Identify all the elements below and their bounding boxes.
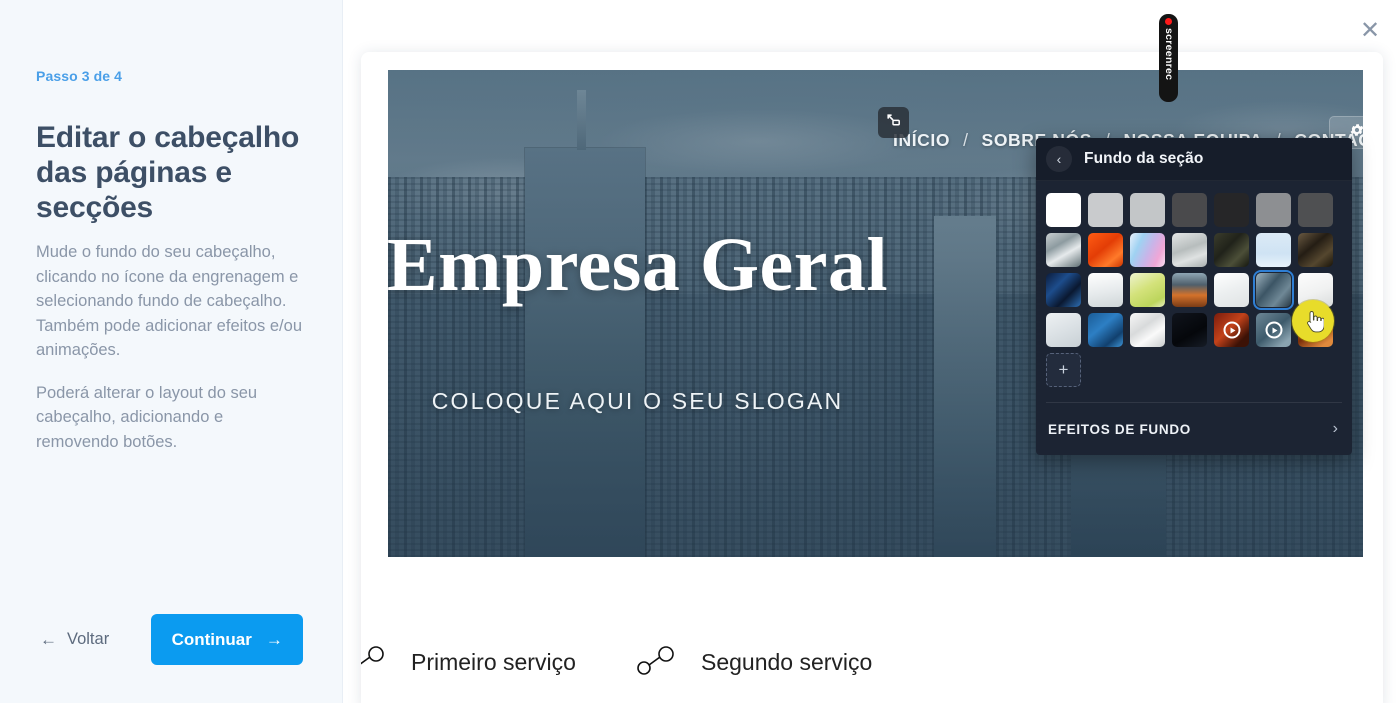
background-swatch-solid-dark-gray-2[interactable] xyxy=(1298,193,1333,227)
background-swatch-photo-blue-water[interactable] xyxy=(1088,313,1123,347)
background-swatch-photo-white-marble[interactable] xyxy=(1130,313,1165,347)
nav-separator: / xyxy=(963,130,969,150)
hero-slogan[interactable]: COLOQUE AQUI O SEU SLOGAN xyxy=(388,388,1125,415)
background-swatch-photo-sunset-clouds[interactable] xyxy=(1172,273,1207,307)
background-swatch-photo-misty-trees[interactable] xyxy=(1046,233,1081,267)
background-swatch-photo-dark-forest[interactable] xyxy=(1298,233,1333,267)
arrow-left-icon: ← xyxy=(40,630,57,649)
background-swatch-photo-dark-foliage[interactable] xyxy=(1214,233,1249,267)
play-icon xyxy=(1223,321,1240,339)
background-swatch-photo-orange-lava[interactable] xyxy=(1088,233,1123,267)
background-swatch-photo-blue-curtain[interactable] xyxy=(1253,270,1294,310)
play-icon xyxy=(1265,321,1282,339)
pointing-hand-cursor-icon xyxy=(1302,308,1324,334)
recording-dot-icon xyxy=(1165,18,1172,25)
background-swatch-photo-lime-green[interactable] xyxy=(1130,273,1165,307)
wizard-actions: ← Voltar Continuar → xyxy=(36,614,304,665)
background-swatch-photo-white-smoke[interactable] xyxy=(1214,273,1249,307)
service-item-1[interactable]: Primeiro serviço xyxy=(361,644,576,681)
background-swatch-solid-light-gray-1[interactable] xyxy=(1088,193,1123,227)
collapse-arrow-icon xyxy=(885,112,902,134)
screenrec-recording-badge: screenrec xyxy=(1159,14,1178,102)
continue-button-label: Continuar xyxy=(171,629,252,649)
step-indicator: Passo 3 de 4 xyxy=(36,68,123,84)
continue-button[interactable]: Continuar → xyxy=(151,614,304,665)
background-swatch-video-red-scene[interactable] xyxy=(1214,313,1249,347)
page-title: Editar o cabeçalho das páginas e secções xyxy=(36,121,300,224)
background-swatch-photo-white-paper[interactable] xyxy=(1088,273,1123,307)
panel-body: + xyxy=(1036,181,1352,388)
back-button-label: Voltar xyxy=(67,630,110,648)
background-swatch-photo-light-fabric[interactable] xyxy=(1046,313,1081,347)
background-swatch-solid-mid-gray[interactable] xyxy=(1256,193,1291,227)
background-swatch-solid-white[interactable] xyxy=(1046,193,1081,227)
background-swatch-video-blue-scene[interactable] xyxy=(1256,313,1291,347)
section-background-panel: ‹ Fundo da seção + EFEITOS DE FUNDO › xyxy=(1036,138,1352,455)
description-paragraph-1: Mude o fundo do seu cabeçalho, clicando … xyxy=(36,243,302,359)
background-effects-row[interactable]: EFEITOS DE FUNDO › xyxy=(1036,403,1352,455)
hero-title[interactable]: Empresa Geral xyxy=(388,227,1125,303)
background-swatch-solid-dark-gray-1[interactable] xyxy=(1172,193,1207,227)
add-background-button[interactable]: + xyxy=(1046,353,1081,387)
back-button[interactable]: ← Voltar xyxy=(36,622,113,657)
background-swatch-photo-pastel-rainbow[interactable] xyxy=(1130,233,1165,267)
service-icon-2 xyxy=(633,644,679,681)
background-swatch-solid-near-black[interactable] xyxy=(1214,193,1249,227)
description-block: Mude o fundo do seu cabeçalho, clicando … xyxy=(36,240,308,454)
chevron-left-icon[interactable]: ‹ xyxy=(1046,146,1072,172)
arrow-right-icon: → xyxy=(265,630,283,649)
chevron-right-icon: › xyxy=(1332,420,1338,437)
service-label-1: Primeiro serviço xyxy=(411,649,576,675)
background-swatch-photo-gray-marble[interactable] xyxy=(1172,233,1207,267)
panel-header: ‹ Fundo da seção xyxy=(1036,138,1352,181)
background-swatch-photo-pale-blue-sky[interactable] xyxy=(1256,233,1291,267)
background-swatch-photo-blue-abstract[interactable] xyxy=(1046,273,1081,307)
background-swatch-solid-light-gray-2[interactable] xyxy=(1130,193,1165,227)
fit-to-screen-button[interactable] xyxy=(878,107,909,138)
screenrec-label: screenrec xyxy=(1162,28,1175,81)
background-swatch-photo-night-black[interactable] xyxy=(1172,313,1207,347)
service-icon-1 xyxy=(361,644,389,681)
service-item-2[interactable]: Segundo serviço xyxy=(633,644,872,681)
description-paragraph-2: Poderá alterar o layout do seu cabeçalho… xyxy=(36,383,258,451)
close-icon[interactable]: ✕ xyxy=(1354,15,1386,47)
panel-title: Fundo da seção xyxy=(1084,150,1204,167)
services-strip: Primeiro serviço Segundo serviço xyxy=(361,572,1383,703)
service-label-2: Segundo serviço xyxy=(701,649,873,675)
app-root: Passo 3 de 4 Editar o cabeçalho das pági… xyxy=(0,0,1400,703)
onboarding-sidebar: Passo 3 de 4 Editar o cabeçalho das pági… xyxy=(0,0,343,703)
background-effects-label: EFEITOS DE FUNDO xyxy=(1048,421,1191,437)
mouse-cursor-highlight xyxy=(1292,300,1334,342)
